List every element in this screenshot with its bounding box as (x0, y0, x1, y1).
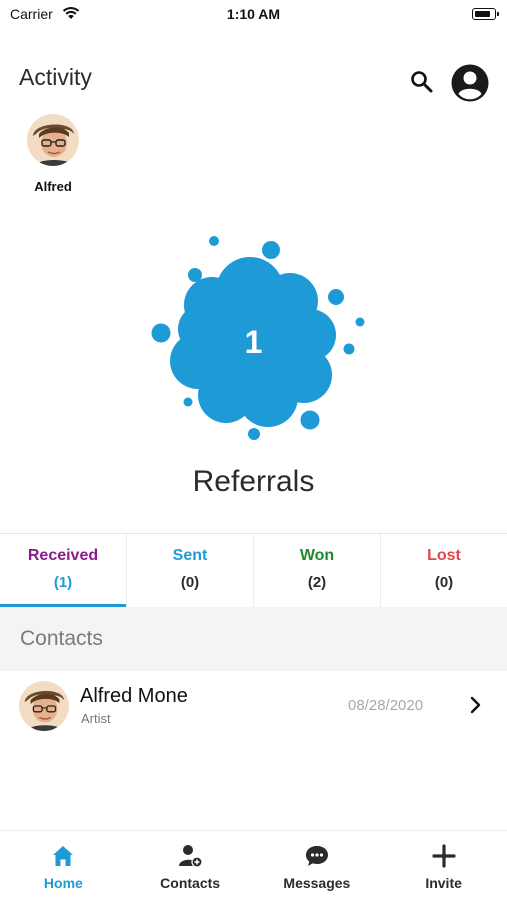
bottom-nav: Home Contacts Messages Invite (0, 830, 507, 900)
contact-role: Artist (81, 711, 111, 726)
nav-home[interactable]: Home (0, 831, 127, 900)
profile-icon[interactable] (450, 63, 490, 103)
tab-received-label: Received (27, 547, 99, 564)
battery-icon (472, 8, 499, 20)
contact-name: Alfred Mone (80, 685, 188, 707)
referral-count: 1 (244, 324, 263, 360)
user-avatar-chip[interactable]: Alfred (25, 114, 81, 194)
page-title: Activity (19, 64, 92, 90)
contacts-section-header: Contacts (0, 607, 507, 671)
nav-messages-label: Messages (283, 875, 351, 891)
chevron-right-icon (470, 696, 481, 714)
contact-date: 08/28/2020 (348, 697, 424, 714)
tab-lost-label: Lost (427, 547, 461, 564)
chat-icon (305, 846, 328, 866)
home-icon (53, 846, 74, 866)
tab-won-label: Won (299, 547, 335, 564)
add-contact-icon (179, 845, 203, 868)
user-name: Alfred (34, 179, 72, 194)
nav-contacts-label: Contacts (160, 875, 221, 891)
tab-sent[interactable]: Sent (0) (127, 534, 254, 607)
nav-invite[interactable]: Invite (380, 831, 507, 900)
tab-lost-count: (0) (434, 574, 454, 591)
nav-home-label: Home (43, 875, 83, 891)
avatar (19, 681, 69, 731)
list-item[interactable]: Alfred Mone Artist 08/28/2020 (0, 672, 507, 742)
tab-sent-count: (0) (180, 574, 200, 591)
referrals-title: Referrals (192, 465, 315, 498)
nav-invite-label: Invite (425, 875, 462, 891)
tab-lost[interactable]: Lost (0) (381, 534, 507, 607)
tab-received[interactable]: Received (1) (0, 534, 127, 607)
referral-tabs: Received (1) Sent (0) Won (2) Lost (0) (0, 533, 507, 607)
tab-won[interactable]: Won (2) (254, 534, 381, 607)
nav-messages[interactable]: Messages (254, 831, 381, 900)
plus-icon (432, 844, 456, 868)
nav-contacts[interactable]: Contacts (127, 831, 254, 900)
tab-received-count: (1) (53, 574, 73, 591)
tab-won-count: (2) (307, 574, 327, 591)
tab-sent-label: Sent (172, 547, 208, 564)
clock: 1:10 AM (226, 6, 281, 22)
search-icon[interactable] (408, 68, 436, 96)
contacts-section-title: Contacts (20, 627, 103, 650)
status-bar: Carrier 1:10 AM (0, 0, 507, 28)
avatar (27, 114, 79, 166)
